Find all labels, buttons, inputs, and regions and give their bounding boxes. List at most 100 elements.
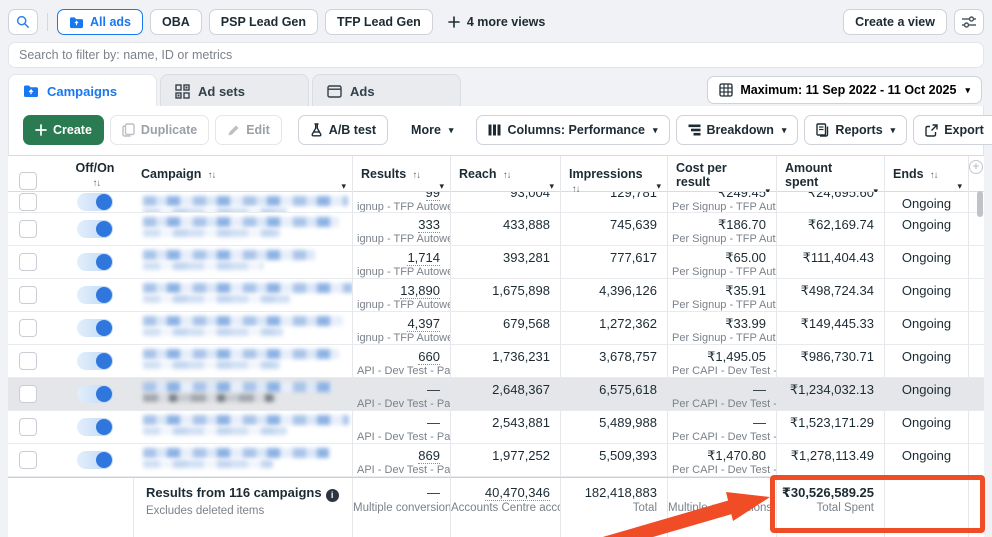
- view-tfp-lead-gen[interactable]: TFP Lead Gen: [325, 9, 433, 35]
- results-sublabel: ignup - TFP Autowe...: [353, 331, 450, 344]
- create-a-view-button[interactable]: Create a view: [843, 9, 947, 35]
- info-icon[interactable]: i: [326, 489, 339, 502]
- results-link[interactable]: 660: [418, 349, 440, 365]
- results-link[interactable]: 99: [426, 192, 440, 201]
- reports-button[interactable]: Reports ▾: [804, 115, 907, 145]
- campaign-name-redacted[interactable]: [133, 411, 352, 443]
- row-checkbox[interactable]: [19, 451, 37, 469]
- results-link[interactable]: 1,714: [407, 250, 440, 266]
- campaign-name-redacted[interactable]: [133, 192, 352, 212]
- more-views-button[interactable]: 4 more views: [440, 15, 554, 29]
- row-checkbox[interactable]: [19, 385, 37, 403]
- view-label: All ads: [90, 15, 131, 29]
- sort-icon: ↑↓: [413, 170, 421, 181]
- redacted-text: [143, 262, 263, 270]
- columns-button[interactable]: Columns: Performance ▾: [476, 115, 669, 145]
- toggle-knob: [96, 353, 112, 369]
- amount-spent-value: ₹111,404.43: [777, 246, 884, 265]
- impressions-value: 129,781: [561, 192, 667, 200]
- tab-ads[interactable]: Ads: [312, 74, 461, 107]
- campaign-row: —API - Dev Test - Paid...2,543,8815,489,…: [8, 411, 984, 444]
- impressions-value: 3,678,757: [561, 345, 667, 364]
- redacted-text: [143, 229, 280, 237]
- campaign-name-redacted[interactable]: [133, 345, 352, 377]
- view-settings-button[interactable]: [954, 9, 984, 35]
- chevron-down-icon: ▾: [891, 126, 896, 135]
- campaign-toggle[interactable]: [77, 418, 113, 436]
- campaign-toggle[interactable]: [77, 220, 113, 238]
- breakdown-button[interactable]: Breakdown ▾: [676, 115, 799, 145]
- tab-campaigns[interactable]: Campaigns: [8, 74, 157, 107]
- create-button[interactable]: Create: [23, 115, 104, 145]
- filter-bar: [8, 42, 984, 68]
- search-views-button[interactable]: [8, 9, 38, 35]
- campaign-name-redacted[interactable]: [133, 312, 352, 344]
- campaign-name-redacted[interactable]: [133, 378, 352, 410]
- campaign-row: 1,714ignup - TFP Autowe...393,281777,617…: [8, 246, 984, 279]
- chevron-down-icon: ▾: [957, 179, 962, 193]
- select-all-checkbox[interactable]: [19, 172, 37, 190]
- view-all-ads[interactable]: All ads: [57, 9, 143, 35]
- row-checkbox[interactable]: [19, 220, 37, 238]
- campaign-toggle[interactable]: [77, 352, 113, 370]
- view-psp-lead-gen[interactable]: PSP Lead Gen: [209, 9, 318, 35]
- footer-spacer: [8, 478, 57, 537]
- scrollbar-thumb[interactable]: [977, 191, 983, 217]
- campaign-name-redacted[interactable]: [133, 246, 352, 278]
- campaign-name-redacted[interactable]: [133, 213, 352, 245]
- table-footer: Results from 116 campaignsi Excludes del…: [8, 477, 984, 537]
- row-checkbox[interactable]: [19, 193, 37, 211]
- amount-spent-value: ₹498,724.34: [777, 279, 884, 298]
- filter-input[interactable]: [19, 48, 973, 62]
- campaign-toggle[interactable]: [77, 286, 113, 304]
- campaign-name-redacted[interactable]: [133, 444, 352, 476]
- results-link[interactable]: 333: [418, 217, 440, 233]
- export-button[interactable]: Export ▾: [913, 115, 992, 145]
- impressions-value: 745,639: [561, 213, 667, 232]
- footer-cost-per-result: Multiple conversions: [667, 478, 776, 537]
- results-link[interactable]: 4,397: [407, 316, 440, 332]
- reach-value: 1,977,252: [451, 444, 560, 463]
- cost-per-result-value: ₹249.45: [668, 192, 776, 200]
- campaign-toggle[interactable]: [77, 319, 113, 337]
- edit-button[interactable]: Edit: [215, 115, 282, 145]
- campaign-toggle[interactable]: [77, 451, 113, 469]
- campaign-name-redacted[interactable]: [133, 279, 352, 311]
- row-checkbox[interactable]: [19, 253, 37, 271]
- redacted-text: [143, 196, 348, 206]
- duplicate-button[interactable]: Duplicate: [110, 115, 209, 145]
- tab-ad-sets[interactable]: Ad sets: [160, 74, 309, 107]
- footer-spacer: [57, 478, 133, 537]
- cost-per-result-value: ₹35.91: [668, 279, 776, 298]
- results-link[interactable]: 869: [418, 448, 440, 464]
- row-checkbox[interactable]: [19, 319, 37, 337]
- redacted-text: [143, 250, 315, 260]
- cost-per-result-sublabel: Per CAPI - Dev Test - ...: [668, 430, 776, 443]
- ab-test-button[interactable]: A/B test: [298, 115, 388, 145]
- row-checkbox[interactable]: [19, 352, 37, 370]
- date-range-button[interactable]: Maximum: 11 Sep 2022 - 11 Oct 2025 ▾: [707, 76, 982, 104]
- ends-value: Ongoing: [902, 382, 951, 397]
- cost-per-result-sublabel: Per Signup - TFP Aut...: [668, 298, 776, 311]
- cost-per-result-value: —: [668, 411, 776, 430]
- add-column-icon[interactable]: +: [969, 160, 983, 174]
- reach-total-link[interactable]: 40,470,346: [485, 485, 550, 501]
- footer-spacer: [968, 478, 984, 537]
- more-button[interactable]: More ▾: [400, 115, 464, 145]
- cost-per-result-sublabel: Per Signup - TFP Aut...: [668, 232, 776, 245]
- campaign-toggle[interactable]: [77, 385, 113, 403]
- campaign-toggle[interactable]: [77, 193, 113, 211]
- results-sublabel: ignup - TFP Autowe...: [353, 232, 450, 245]
- chevron-down-icon: ▾: [449, 126, 454, 135]
- view-oba[interactable]: OBA: [150, 9, 202, 35]
- redacted-text: [143, 460, 273, 468]
- row-checkbox[interactable]: [19, 286, 37, 304]
- chevron-down-icon: ▾: [782, 126, 787, 135]
- impressions-value: 5,489,988: [561, 411, 667, 430]
- results-link[interactable]: 13,890: [400, 283, 440, 299]
- campaigns-folder-icon: [23, 84, 39, 98]
- campaign-toggle[interactable]: [77, 253, 113, 271]
- footer-reach: 40,470,346 Accounts Centre acco...: [450, 478, 560, 537]
- ends-value: Ongoing: [902, 217, 951, 232]
- row-checkbox[interactable]: [19, 418, 37, 436]
